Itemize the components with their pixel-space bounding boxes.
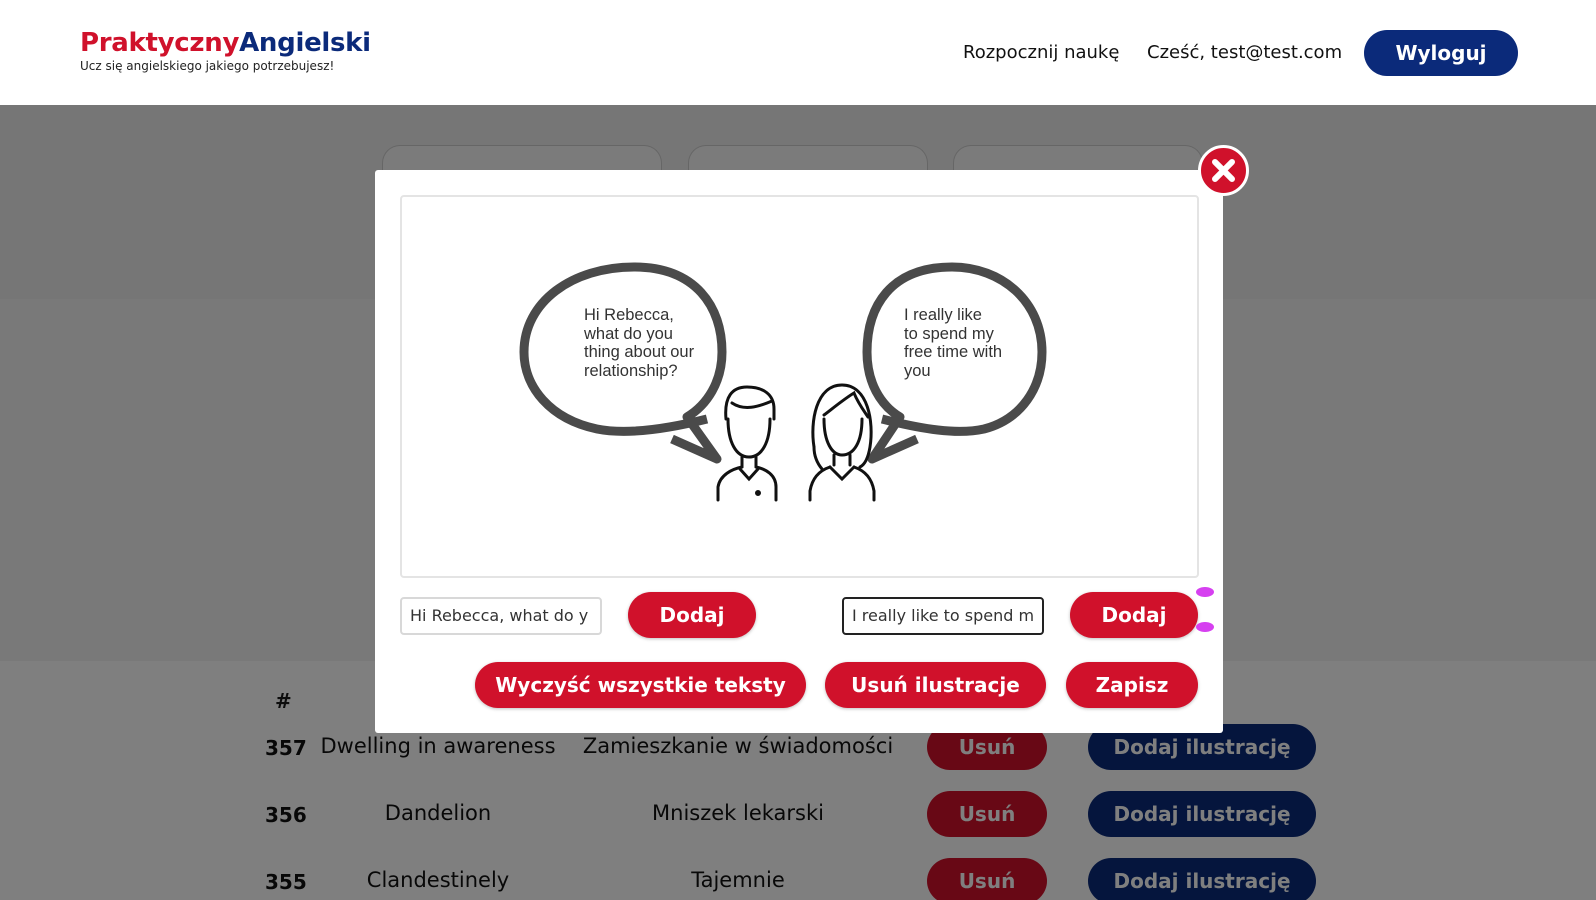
bubble-right-text: I really like to spend my free time with… (904, 306, 1002, 380)
woman-figure-icon (808, 383, 876, 502)
illustration-editor-modal: Hi Rebecca, what do you thing about our … (375, 170, 1223, 733)
logo-part-red: Praktyczny (80, 28, 240, 58)
bubble-left-line: what do you (584, 324, 673, 343)
bubble-left-text: Hi Rebecca, what do you thing about our … (584, 306, 694, 380)
top-header: PraktycznyAngielski Ucz się angielskiego… (0, 0, 1596, 105)
dialogue-illustration (519, 262, 1047, 502)
bubble-right-line: I really like (904, 306, 982, 324)
save-button[interactable]: Zapisz (1066, 662, 1198, 708)
logo-part-blue: Angielski (239, 28, 371, 58)
clear-all-texts-button[interactable]: Wyczyść wszystkie teksty (475, 662, 806, 708)
nav-start-learning-link[interactable]: Rozpocznij naukę (963, 42, 1119, 63)
bubble-right-line: you (904, 361, 931, 380)
man-figure-icon (716, 385, 778, 502)
left-bubble-text-input[interactable]: Hi Rebecca, what do y (400, 597, 602, 635)
add-right-text-button[interactable]: Dodaj (1070, 592, 1198, 638)
bubble-right-line: to spend my (904, 324, 994, 343)
resize-handle-bottom[interactable] (1196, 622, 1214, 632)
resize-handle-top[interactable] (1196, 587, 1214, 597)
logo[interactable]: PraktycznyAngielski Ucz się angielskiego… (80, 28, 371, 73)
illustration-canvas[interactable]: Hi Rebecca, what do you thing about our … (400, 195, 1199, 578)
logout-button[interactable]: Wyloguj (1364, 30, 1518, 76)
right-bubble-text-input[interactable]: I really like to spend m (842, 597, 1044, 635)
add-left-text-button[interactable]: Dodaj (628, 592, 756, 638)
bubble-right-line: free time with (904, 343, 1003, 361)
bubble-left-line: relationship? (584, 361, 678, 380)
logo-title: PraktycznyAngielski (80, 28, 371, 58)
bubble-left-line: Hi Rebecca, (584, 306, 674, 324)
close-modal-button[interactable] (1198, 145, 1249, 196)
user-greeting: Cześć, test@test.com (1147, 42, 1343, 63)
remove-illustration-button[interactable]: Usuń ilustracje (825, 662, 1046, 708)
close-icon (1212, 159, 1235, 182)
bubble-left-line: thing about our (584, 343, 695, 361)
logo-tagline: Ucz się angielskiego jakiego potrzebujes… (80, 59, 335, 73)
